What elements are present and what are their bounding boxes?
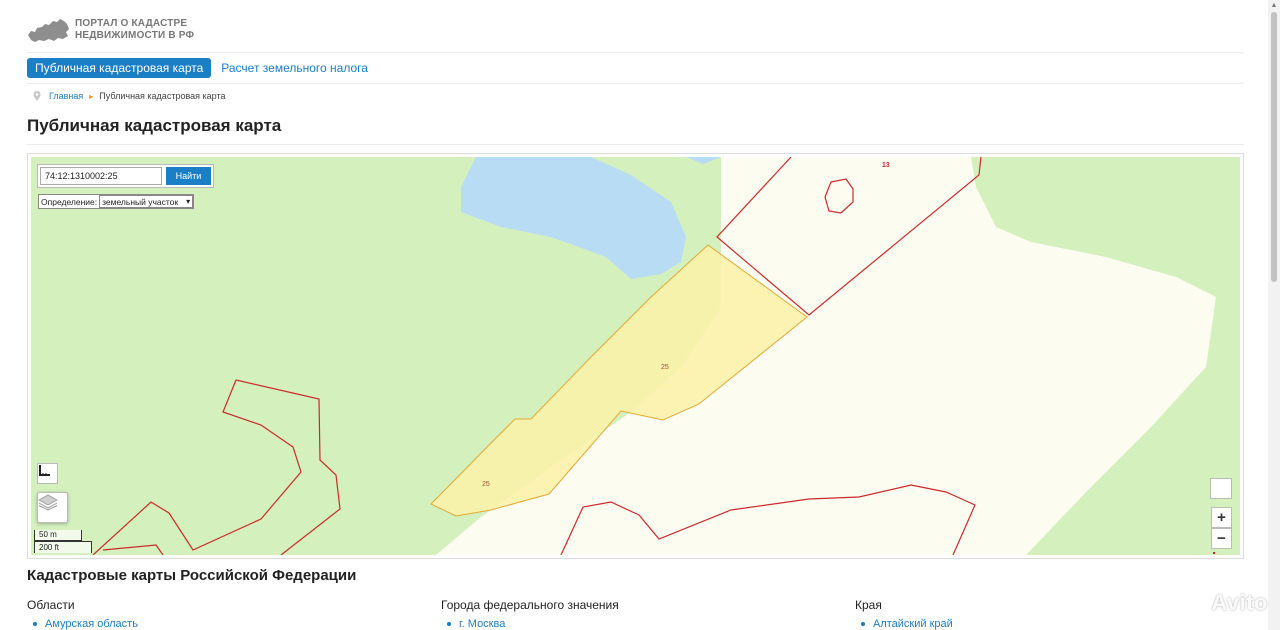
krais-column: Края Алтайский край [855, 598, 953, 630]
city-link[interactable]: г. Москва [459, 618, 505, 630]
page-title: Публичная кадастровая карта [27, 116, 282, 135]
chevron-down-icon: ▾ [186, 197, 191, 206]
map-frame: 25 25 13 Найти Определение: земельный уч… [27, 153, 1244, 559]
vertical-scrollbar[interactable]: ▲ [1268, 0, 1280, 630]
map-canvas[interactable]: 25 25 13 [31, 157, 1240, 555]
parcel-label-25-upper: 25 [661, 364, 669, 371]
scale-meters: 50 m [34, 530, 82, 541]
region-link[interactable]: Амурская область [45, 618, 138, 630]
regions-column: Области Амурская область [27, 598, 138, 630]
layers-button[interactable] [37, 492, 68, 523]
parcel-label-25-lower: 25 [482, 481, 490, 488]
definition-row: Определение: земельный участок ▾ [38, 194, 195, 209]
boundary-small-parcel [824, 178, 854, 214]
boundary-south [560, 484, 976, 555]
breadcrumb-current: Публичная кадастровая карта [99, 91, 226, 101]
bullet-icon [861, 622, 865, 626]
nav-link-land-tax[interactable]: Расчет земельного налога [221, 61, 368, 75]
federal-cities-column: Города федерального значения г. Москва [441, 598, 619, 630]
logo-text: ПОРТАЛ О КАДАСТРЕ НЕДВИЖИМОСТИ В РФ [75, 18, 194, 42]
cadastral-map[interactable]: 25 25 13 Найти Определение: земельный уч… [31, 157, 1240, 555]
column-heading-federal-cities: Города федерального значения [441, 598, 619, 612]
logo-line-1: ПОРТАЛ О КАДАСТРЕ [75, 18, 188, 29]
cadastral-search-box: Найти [37, 164, 214, 188]
column-heading-krais: Края [855, 598, 882, 612]
avito-watermark: Avito [1211, 590, 1268, 615]
main-nav: Публичная кадастровая карта Расчет земел… [27, 58, 368, 78]
forest-area-east [971, 157, 1240, 555]
bullet-icon [447, 622, 451, 626]
breadcrumb: Главная ▸ Публичная кадастровая карта [33, 90, 225, 102]
column-heading-oblasts: Области [27, 598, 75, 612]
definition-select[interactable]: земельный участок ▾ [99, 195, 194, 208]
fullscreen-button[interactable] [1210, 478, 1232, 499]
measure-tool-button[interactable] [37, 463, 58, 484]
location-pin-icon [33, 91, 41, 101]
site-logo[interactable]: ПОРТАЛ О КАДАСТРЕ НЕДВИЖИМОСТИ В РФ [27, 10, 194, 50]
logo-line-2: НЕДВИЖИМОСТИ В РФ [75, 30, 195, 41]
layers-icon [38, 494, 58, 511]
russia-map-icon [28, 19, 69, 42]
breadcrumb-separator-icon: ▸ [89, 91, 94, 101]
section-title: Кадастровые карты Российской Федерации [27, 567, 357, 584]
divider [27, 52, 1244, 53]
cadastral-number-input[interactable] [40, 167, 162, 185]
scale-feet: 200 ft [34, 541, 92, 553]
list-item: Амурская область [27, 618, 138, 630]
list-item: г. Москва [441, 618, 619, 630]
scroll-up-arrow-icon[interactable]: ▲ [1268, 0, 1280, 12]
list-item: Алтайский край [855, 618, 953, 630]
zoom-out-button[interactable]: − [1211, 528, 1232, 549]
divider [27, 144, 1244, 145]
zoom-in-button[interactable]: + [1211, 507, 1232, 528]
map-marker [1213, 552, 1215, 554]
krai-link[interactable]: Алтайский край [873, 618, 953, 630]
definition-selected-value: земельный участок [102, 196, 179, 207]
scroll-thumb[interactable] [1271, 12, 1277, 282]
page: ПОРТАЛ О КАДАСТРЕ НЕДВИЖИМОСТИ В РФ Публ… [27, 0, 1244, 630]
bullet-icon [33, 622, 37, 626]
divider [27, 83, 1244, 84]
definition-label: Определение: [41, 196, 98, 207]
parcel-label-13: 13 [882, 162, 890, 169]
map-scale: 50 m 200 ft [34, 530, 92, 553]
nav-tab-cadastral-map[interactable]: Публичная кадастровая карта [27, 58, 212, 78]
find-button[interactable]: Найти [166, 167, 211, 185]
ruler-icon [39, 465, 50, 476]
breadcrumb-home-link[interactable]: Главная [49, 91, 83, 101]
